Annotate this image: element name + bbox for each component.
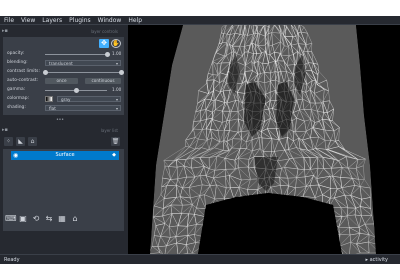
viewer-canvas[interactable] [128,25,400,254]
opacity-label: opacity: [7,51,25,56]
layer-name: Surface [55,152,75,158]
contrast-high-handle[interactable] [118,69,124,75]
terminal-icon: ⌨ [5,214,17,223]
blending-row: blending: translucent ▾ [7,59,121,67]
colormap-row: colormap: gray ▾ [7,95,121,103]
activity-label: activity [369,257,388,263]
controls-dock-title: layer controls [90,29,118,34]
contrast-limits-row: contrast limits: [7,68,124,76]
status-bar: Ready ▸ activity [0,254,400,264]
viewer-buttons-bar: ⌨ ▣ ⟲ ⇆ ▦ ⌂ [3,212,124,226]
transform-mode-button[interactable]: ✥ [99,39,109,48]
gamma-slider-handle[interactable] [73,87,79,93]
list-dock-titlebar[interactable]: ▸▪ layer list [2,128,124,134]
mesh-shadow [198,193,342,254]
opacity-row: opacity: 1.00 [7,50,121,58]
roll-icon: ⟲ [32,214,40,223]
move-arrows-icon: ✥ [101,39,107,47]
contrast-limits-label: contrast limits: [7,69,40,74]
grid-view-button[interactable]: ▦ [57,214,67,224]
roll-dims-button[interactable]: ⟲ [31,214,41,224]
shading-value: flat [49,106,56,111]
list-dock-title: layer list [100,128,118,133]
colormap-dropdown[interactable]: gray ▾ [57,96,121,102]
layer-item-surface[interactable]: ◉ Surface ◆ [11,151,119,160]
delete-layer-button[interactable]: 🗑 [111,137,120,146]
shapes-icon: ◣ [18,138,23,145]
menu-file[interactable]: File [4,16,14,25]
surface-mesh-render [128,25,400,254]
layer-buttons-bar: ⁘ ◣ ⌂ 🗑 [3,136,124,148]
blending-label: blending: [7,60,28,65]
grid-icon: ▦ [58,214,66,223]
auto-contrast-once-button[interactable]: once [45,78,78,84]
top-margin [0,0,400,16]
transpose-icon: ⇆ [45,214,53,223]
transpose-button[interactable]: ⇆ [44,214,54,224]
new-points-layer-button[interactable]: ⁘ [4,137,13,146]
bottom-margin [0,264,400,280]
menu-layers[interactable]: Layers [42,16,62,25]
menu-plugins[interactable]: Plugins [69,16,91,25]
label-tag-icon: ⌂ [30,138,35,145]
gamma-row: gamma: 1.00 [7,86,121,94]
menu-view[interactable]: View [21,16,35,25]
auto-contrast-continuous-button[interactable]: continuous [85,78,121,84]
dock-resize-handle[interactable]: • • • [56,118,64,123]
colormap-value: gray [61,97,71,102]
menu-bar: File View Layers Plugins Window Help [0,16,400,25]
blending-dropdown[interactable]: translucent ▾ [45,60,121,66]
home-icon: ⌂ [72,214,78,223]
contrast-limits-slider[interactable] [45,71,121,73]
gamma-value: 1.00 [112,87,122,92]
ndisplay-button[interactable]: ▣ [18,214,28,224]
surface-layer-icon: ◆ [112,152,116,158]
menu-help[interactable]: Help [128,16,142,25]
shading-row: shading: flat ▾ [7,104,121,112]
auto-contrast-row: auto-contrast: once continuous [7,77,121,85]
pan-zoom-button[interactable]: ✋ [111,39,121,48]
opacity-value: 1.00 [112,51,122,56]
shading-label: shading: [7,105,26,110]
blending-value: translucent [49,61,73,66]
opacity-slider[interactable] [45,53,107,55]
gamma-label: gamma: [7,87,26,92]
napari-window: File View Layers Plugins Window Help ▸▪ … [0,0,400,280]
chevron-down-icon: ▾ [115,61,118,66]
menu-window[interactable]: Window [98,16,122,25]
home-button[interactable]: ⌂ [70,214,80,224]
points-icon: ⁘ [5,138,12,145]
auto-contrast-label: auto-contrast: [7,78,39,83]
colormap-label: colormap: [7,96,29,101]
pan-icon: ✋ [112,40,120,47]
opacity-slider-handle[interactable] [104,51,110,57]
console-button[interactable]: ⌨ [5,214,17,224]
trash-icon: 🗑 [111,138,120,145]
new-shapes-layer-button[interactable]: ◣ [16,137,25,146]
colormap-swatch [45,96,53,102]
chevron-down-icon: ▾ [115,97,118,102]
new-labels-layer-button[interactable]: ⌂ [28,137,37,146]
controls-dock-titlebar[interactable]: ▸▪ layer controls [2,29,124,35]
contrast-low-handle[interactable] [42,69,48,75]
dock-collapse-icon[interactable]: ▸▪ [2,29,8,34]
dock-collapse-icon[interactable]: ▸▪ [2,128,8,133]
layer-controls-panel: ✥ ✋ opacity: 1.00 blending: translucent … [3,37,124,115]
chevron-down-icon: ▾ [115,106,118,111]
shading-dropdown[interactable]: flat ▾ [45,105,121,111]
cube-icon: ▣ [19,214,27,223]
